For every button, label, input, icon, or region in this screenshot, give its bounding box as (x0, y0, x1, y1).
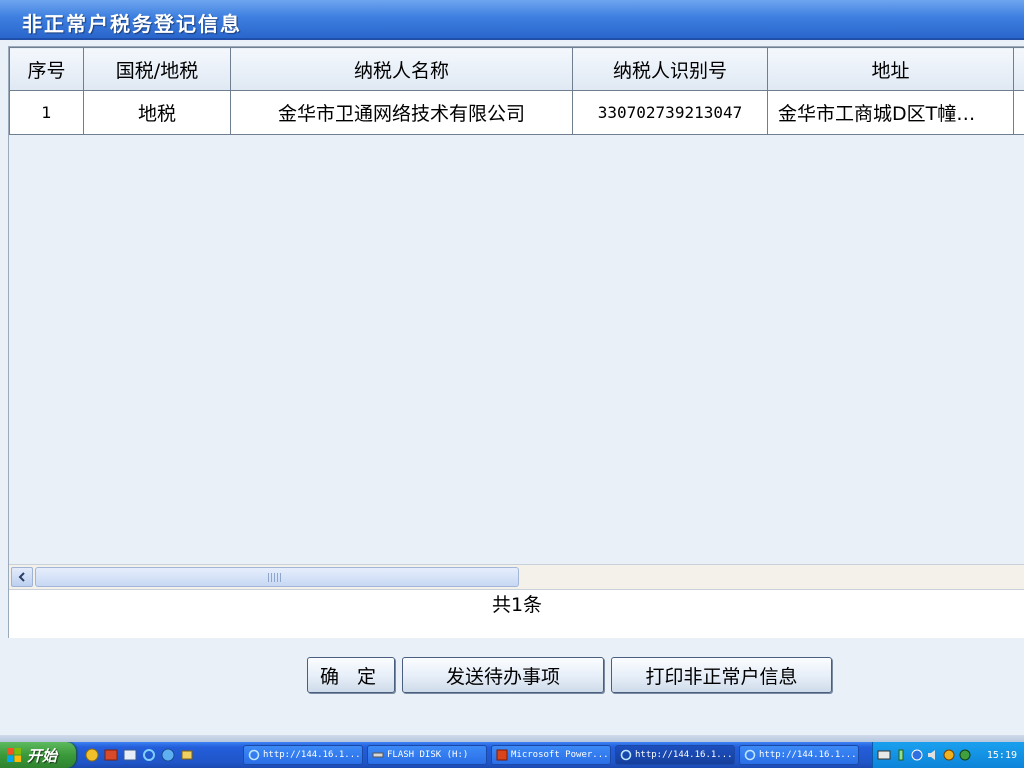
security-shield-icon[interactable] (943, 749, 955, 761)
quick-launch (84, 745, 195, 765)
column-header-tax-type[interactable]: 国税/地税 (83, 47, 231, 91)
update-icon[interactable] (959, 749, 971, 761)
drive-icon (372, 752, 384, 758)
start-label: 开始 (27, 746, 58, 765)
quick-launch-browser-icon[interactable] (160, 747, 176, 763)
scroll-left-button[interactable] (11, 567, 33, 587)
results-panel: 序号 国税/地税 纳税人名称 纳税人识别号 地址 1 地税 金华市卫通网络技术有… (8, 46, 1024, 638)
cell-taxpayer-name: 金华市卫通网络技术有限公司 (230, 90, 573, 135)
record-count: 共1条 (9, 590, 1024, 638)
keyboard-icon[interactable] (877, 749, 891, 761)
clock: 15:19 (986, 749, 1017, 761)
column-header-taxpayer-name[interactable]: 纳税人名称 (230, 47, 573, 91)
taskbar: 开始 http://144.16.1... FLASH DISK (H:) Mi… (0, 742, 1024, 768)
window-bottom-edge (0, 735, 1024, 742)
system-tray: 15:19 (872, 742, 1024, 768)
taxpayer-table: 序号 国税/地税 纳税人名称 纳税人识别号 地址 1 地税 金华市卫通网络技术有… (9, 47, 1024, 135)
table-row[interactable]: 1 地税 金华市卫通网络技术有限公司 330702739213047 金华市工商… (9, 90, 1024, 135)
start-button[interactable]: 开始 (0, 742, 76, 768)
print-button[interactable]: 打印非正常户信息 (611, 657, 832, 693)
window-title: 非正常户税务登记信息 (22, 12, 242, 36)
data-grid: 序号 国税/地税 纳税人名称 纳税人识别号 地址 1 地税 金华市卫通网络技术有… (9, 47, 1024, 564)
cell-index: 1 (9, 90, 84, 135)
ie-icon (744, 749, 756, 761)
network-icon[interactable] (911, 749, 923, 761)
taskbar-item-browser-1[interactable]: http://144.16.1... (243, 745, 363, 765)
windows-flag-icon (7, 748, 21, 762)
quick-launch-app-icon[interactable] (84, 747, 100, 763)
quick-launch-window-icon[interactable] (122, 747, 138, 763)
cell-tax-type: 地税 (83, 90, 231, 135)
column-header-index[interactable]: 序号 (9, 47, 84, 91)
title-bar: 非正常户税务登记信息 (0, 0, 1024, 40)
taskbar-item-flash-disk[interactable]: FLASH DISK (H:) (367, 745, 487, 765)
cell-taxpayer-id: 330702739213047 (572, 90, 768, 135)
arrow-left-icon (18, 572, 25, 582)
scroll-thumb[interactable] (35, 567, 519, 587)
app-window: 非正常户税务登记信息 序号 国税/地税 纳税人名称 纳税人识别号 地址 1 地税… (0, 0, 1024, 742)
send-todo-button[interactable]: 发送待办事项 (402, 657, 604, 693)
column-header-overflow (1013, 47, 1024, 91)
cell-address: 金华市工商城D区T幢… (767, 90, 1014, 135)
taskbar-item-powerpoint[interactable]: Microsoft Power... (491, 745, 611, 765)
volume-icon[interactable] (927, 749, 939, 761)
powerpoint-icon (496, 749, 508, 761)
horizontal-scrollbar[interactable] (9, 564, 1024, 590)
quick-launch-desktop-icon[interactable] (103, 747, 119, 763)
quick-launch-ie-icon[interactable] (141, 747, 157, 763)
column-header-address[interactable]: 地址 (767, 47, 1014, 91)
taskbar-item-browser-3[interactable]: http://144.16.1... (739, 745, 859, 765)
table-header-row: 序号 国税/地税 纳税人名称 纳税人识别号 地址 (9, 47, 1024, 91)
ie-icon (620, 749, 632, 761)
cell-overflow (1013, 90, 1024, 135)
grip-icon (268, 573, 282, 582)
confirm-button[interactable]: 确 定 (307, 657, 395, 693)
usb-device-icon[interactable] (895, 749, 907, 761)
column-header-taxpayer-id[interactable]: 纳税人识别号 (572, 47, 768, 91)
quick-launch-media-icon[interactable] (179, 747, 195, 763)
taskbar-item-browser-2[interactable]: http://144.16.1... (615, 745, 735, 765)
ie-icon (248, 749, 260, 761)
